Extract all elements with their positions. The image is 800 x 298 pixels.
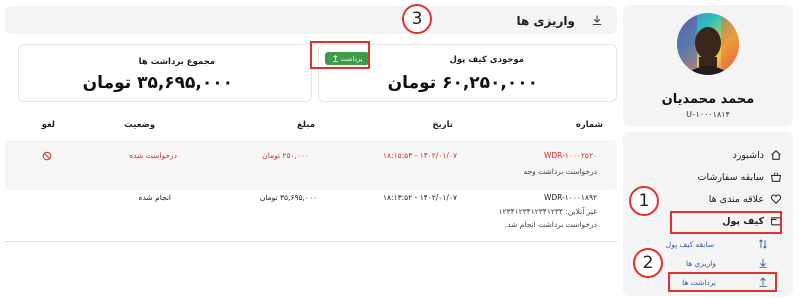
sidebar-item-favorites[interactable]: علاقه مندی ها [709,193,782,205]
withdraw-amount: ۳۵,۶۹۵,۰۰۰ تومان [259,193,317,202]
withdraw-note: درخواست برداشت انجام شد. [504,220,597,229]
arrow-down-icon [758,258,768,270]
total-withdrawals-card: مجموع برداشت ها ۳۵,۶۹۵,۰۰۰ تومان [18,44,312,102]
withdraw-note: درخواست برداشت وجه [523,167,597,176]
column-header-date: تاریخ [432,120,453,130]
annotation-step-2: 2 [633,248,663,278]
status-badge: انجام شده [138,193,171,202]
sidebar-item-dashboard[interactable]: داشبورد [733,149,782,161]
annotation-box-wallet [670,211,782,234]
withdraw-note: غیر آنلاین: ۱۲۳۴۱۲۳۴۱۲۳۴۱۲۳۴ [498,207,597,216]
page-header: واریزی ها [5,6,617,34]
column-header-cancel: لغو [41,120,55,130]
sidebar-subitem-wallet-history[interactable]: سابقه کیف پول [666,238,770,251]
avatar [677,13,739,75]
page-title: واریزی ها [516,14,575,28]
table-row: WDR-۱۰۰۰۲۵۲۰ درخواست برداشت وجه ۱۴۰۲/۰۱/… [5,140,617,190]
withdraw-number[interactable]: WDR-۱۰۰۰۲۵۲۰ [544,151,597,160]
status-badge: درخواست شده [129,151,177,160]
balance-value: ۶۰,۲۵۰,۰۰۰ تومان [387,73,538,93]
sidebar-item-label: سابقه سفارشات [697,171,764,183]
balance-label: موجودی کیف پول [449,55,524,65]
annotation-box-withdraw [310,41,370,69]
download-icon [591,14,603,26]
swap-icon [758,239,768,251]
heart-icon [770,193,782,205]
home-icon [770,149,782,161]
sidebar-subitem-label: واریزی ها [685,258,716,268]
sidebar-subitem-label: سابقه کیف پول [665,239,714,249]
sidebar-item-label: علاقه مندی ها [708,193,764,205]
withdraw-number[interactable]: WDR-۱۰۰۰۱۸۹۲ [544,193,597,202]
cancel-icon[interactable] [42,151,52,161]
total-label: مجموع برداشت ها [138,57,215,67]
column-header-status: وضعیت [124,120,155,130]
column-header-number: شماره [575,120,603,130]
withdraw-date: ۱۴۰۲/۰۱/۰۷ - ۱۸:۱۳:۵۲ [383,193,457,202]
total-value: ۳۵,۶۹۵,۰۰۰ تومان [82,73,233,93]
withdraw-date: ۱۴۰۲/۰۱/۰۷ - ۱۸:۱۵:۵۳ [383,151,457,160]
sidebar-subitem-deposits[interactable]: واریزی ها [670,257,770,269]
sidebar-item-orders[interactable]: سابقه سفارشات [698,171,782,183]
basket-icon [770,171,782,183]
user-name: محمد محمدیان [661,92,755,107]
table-row: WDR-۱۰۰۰۱۸۹۲ غیر آنلاین: ۱۲۳۴۱۲۳۴۱۲۳۴۱۲۳… [5,190,617,242]
annotation-box-withdrawals [668,272,777,292]
user-id: U-۱۰۰۰۱۸۱۴ [686,110,730,119]
annotation-step-3: 3 [402,4,432,34]
withdraw-amount: ۲۵۰,۰۰۰ تومان [262,151,309,160]
sidebar-item-label: داشبورد [732,149,764,161]
annotation-step-1: 1 [629,186,659,216]
column-header-amount: مبلغ [296,120,315,130]
